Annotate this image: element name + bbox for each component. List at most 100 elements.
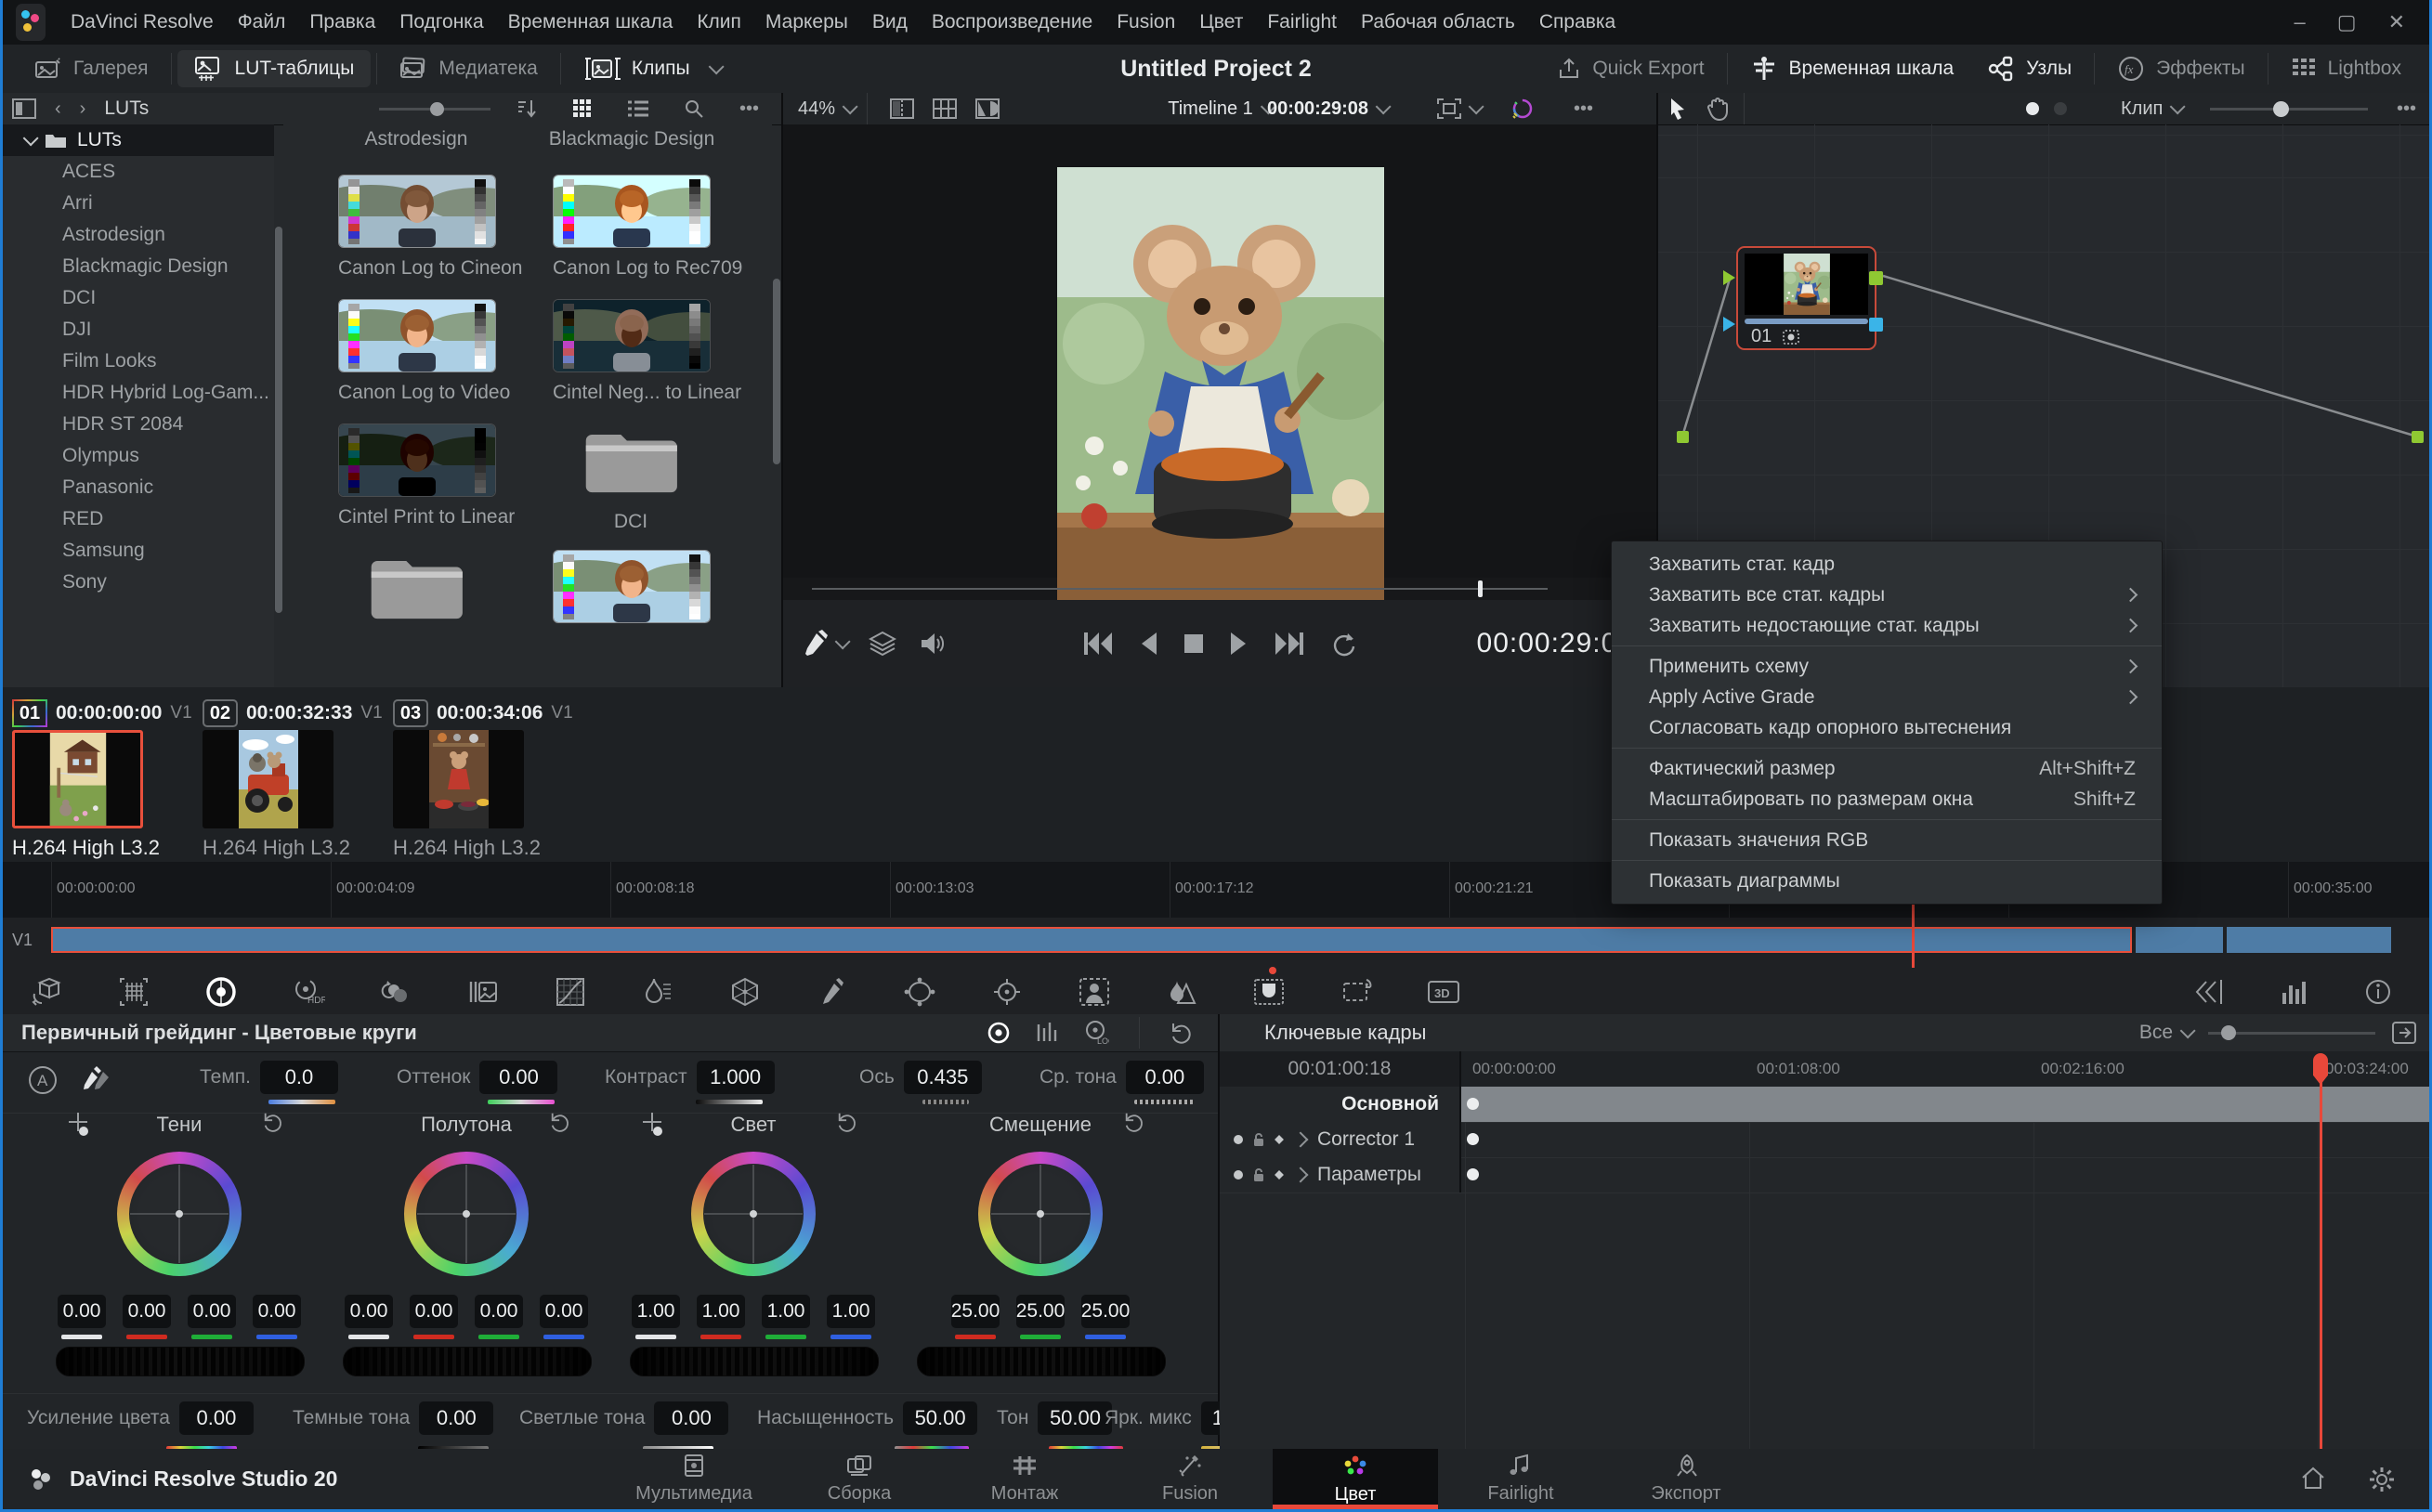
wheel-value[interactable]: 0.00 [58,1295,106,1339]
wheel-value[interactable]: 0.00 [123,1295,171,1339]
menu-item[interactable]: Вид [860,0,920,45]
viewer-scrub-bar[interactable] [783,578,1656,600]
media-pool-button[interactable]: Медиатека [383,50,555,87]
node-output-key-port[interactable] [1869,318,1883,332]
menu-item[interactable]: Fairlight [1255,0,1349,45]
sidebar-item[interactable]: DCI [3,282,274,314]
enhanced-viewer-icon[interactable] [1508,95,1536,123]
gain-color-wheel[interactable] [691,1152,816,1276]
sidebar-item[interactable]: HDR Hybrid Log-Gam... [3,377,274,409]
curves-icon[interactable] [527,977,614,1007]
timeline-selector[interactable]: Timeline 1 [1168,98,1272,120]
options-ellipsis-icon[interactable]: ••• [739,98,759,120]
wheel-reset-icon[interactable] [549,1111,571,1133]
shadows-control[interactable]: Темные тона 0.00 [293,1401,493,1435]
quick-export-button[interactable]: Quick Export [1540,50,1720,87]
timeline-clip[interactable] [2227,927,2391,953]
back-icon[interactable]: ‹ [55,98,61,120]
wheel-value[interactable]: 0.00 [475,1295,523,1339]
stop-button[interactable] [1183,632,1205,655]
hue-control[interactable]: Тон 50.00 [997,1401,1112,1435]
pointer-tool-icon[interactable] [1667,97,1688,121]
wheel-value[interactable]: 0.00 [345,1295,393,1339]
keyframe-row-corrector1[interactable]: Corrector 1 [1220,1122,2432,1158]
power-window-icon[interactable] [876,977,963,1007]
keyframe-dot[interactable] [1467,1168,1479,1180]
grid-compare-icon[interactable] [933,98,957,119]
lut-grid-scrollbar[interactable] [773,279,780,464]
context-menu-item[interactable]: Apply Active Grade [1612,682,2162,712]
clip-thumbnail-02[interactable] [203,730,333,828]
context-menu-item[interactable]: Захватить стат. кадр [1612,549,2162,580]
clip-thumbnail-01[interactable] [12,730,143,828]
lut-card[interactable] [553,550,709,623]
enable-dot-icon[interactable] [1233,1169,1244,1180]
panel-toggle-icon[interactable] [12,98,36,119]
sizing-icon[interactable] [1313,978,1400,1006]
forward-icon[interactable]: › [80,98,86,120]
viewer-timecode[interactable]: 00:00:29:08 [1267,98,1387,120]
output-node-dot[interactable] [2412,431,2424,443]
menu-item[interactable]: Цвет [1187,0,1255,45]
wheel-value[interactable]: 0.00 [540,1295,588,1339]
lut-card[interactable]: Cintel Neg... to Linear [553,299,709,404]
enable-dot-icon[interactable] [1233,1134,1244,1145]
menu-item[interactable]: Файл [226,0,298,45]
keyframe-zoom-slider[interactable] [2208,1032,2375,1035]
magic-mask-icon[interactable] [1051,977,1138,1007]
node-display-toggle[interactable] [2026,102,2067,115]
go-to-start-button[interactable] [1082,631,1114,657]
node-input-rgb-port[interactable] [1723,270,1735,285]
home-icon[interactable] [2299,1466,2327,1493]
viewer-canvas[interactable] [783,124,1656,578]
camera-raw-icon[interactable] [3,977,90,1007]
sidebar-item[interactable]: Astrodesign [3,219,274,251]
keyframe-row-master[interactable]: Основной [1220,1087,2432,1123]
menu-item[interactable]: Справка [1527,0,1628,45]
clip-item-01[interactable]: 01 00:00:00:00 V1 [12,687,147,734]
menu-item[interactable]: DaVinci Resolve [59,0,226,45]
step-back-button[interactable] [1138,631,1158,657]
color-warper-icon[interactable] [701,977,789,1007]
options-ellipsis-icon[interactable]: ••• [1574,98,1593,120]
wheel-value[interactable]: 0.00 [253,1295,301,1339]
sidebar-item[interactable]: ACES [3,156,274,188]
qualifier-icon[interactable] [614,977,701,1007]
page-tab-media[interactable]: Мультимедиа [611,1449,777,1509]
close-button[interactable]: ✕ [2388,10,2405,34]
saturation-control[interactable]: Насыщенность 50.00 [757,1401,977,1435]
audio-mute-icon[interactable] [919,631,947,657]
grab-still-icon[interactable] [804,630,846,658]
context-menu-item[interactable]: Показать диаграммы [1612,866,2162,896]
log-mode-icon[interactable]: LOG [1083,1020,1109,1046]
sidebar-item[interactable]: Arri [3,188,274,219]
expand-row-icon[interactable] [1293,1167,1309,1183]
framing-icon[interactable] [90,977,177,1007]
expand-panel-icon[interactable] [2392,1022,2416,1044]
lut-card[interactable]: Canon Log to Video [338,299,494,404]
keyframe-filter-select[interactable]: Все [2139,1022,2191,1044]
lightbox-button[interactable]: Lightbox [2274,50,2418,87]
sidebar-item[interactable]: Blackmagic Design [3,251,274,282]
maximize-button[interactable]: ▢ [2337,10,2357,34]
sidebar-item[interactable]: Samsung [3,535,274,567]
split-screen-icon[interactable] [890,98,914,119]
menu-item[interactable]: Клип [685,0,753,45]
keyframe-dot[interactable] [1467,1133,1479,1145]
play-button[interactable] [1229,631,1249,657]
tint-control[interactable]: Оттенок 0.00 [397,1061,557,1094]
gallery-button[interactable]: Галерея [18,50,165,87]
sidebar-item-luts-root[interactable]: LUTs [3,124,274,156]
expand-row-icon[interactable] [1293,1132,1309,1148]
sidebar-item[interactable]: Film Looks [3,345,274,377]
menu-item[interactable]: Временная шкала [496,0,686,45]
sidebar-item[interactable]: DJI [3,314,274,345]
key-icon[interactable] [1225,978,1313,1006]
wheel-value[interactable]: 0.00 [410,1295,458,1339]
context-menu-item[interactable]: Фактический размерAlt+Shift+Z [1612,753,2162,784]
context-menu-item[interactable]: Согласовать кадр опорного вытеснения [1612,712,2162,743]
page-tab-color[interactable]: Цвет [1273,1449,1438,1509]
pan-tool-icon[interactable] [1706,97,1729,121]
wheel-reset-icon[interactable] [836,1111,858,1133]
context-menu-item[interactable]: Захватить недостающие стат. кадры [1612,610,2162,641]
